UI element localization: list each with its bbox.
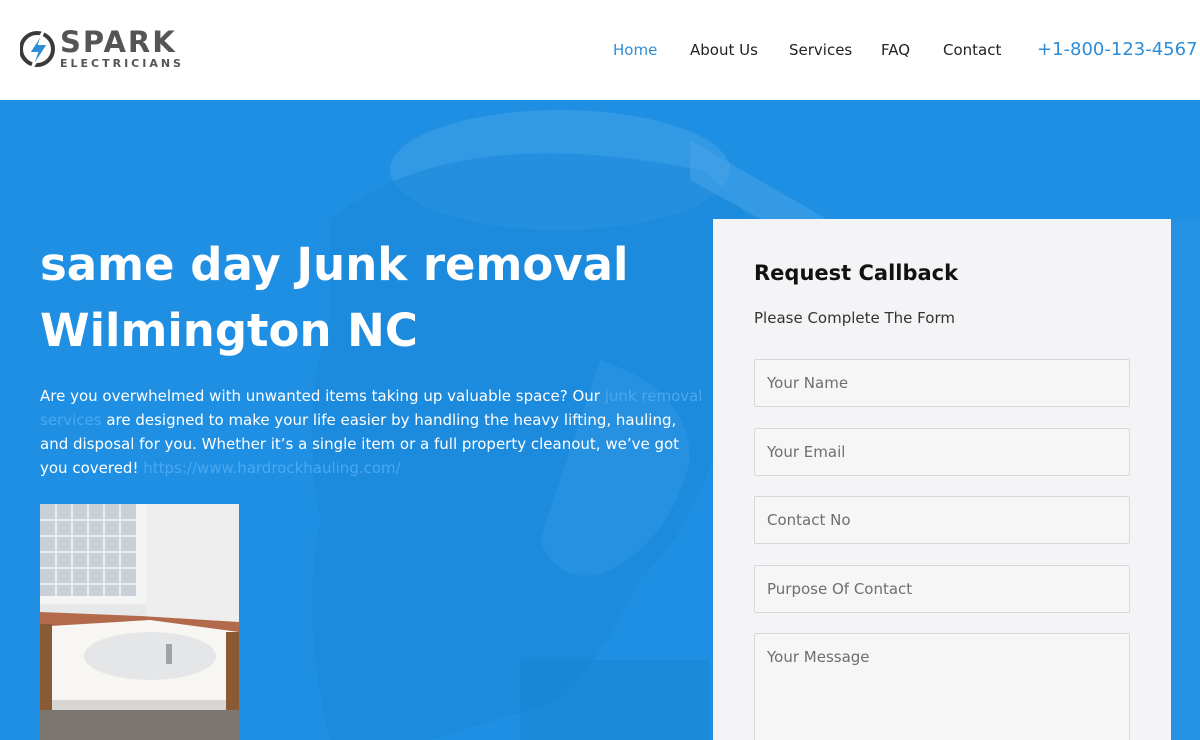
nav-faq[interactable]: FAQ xyxy=(881,40,910,60)
form-title: Request Callback xyxy=(754,261,959,285)
hero-title: same day Junk removal Wilmington NC xyxy=(40,238,629,357)
name-field[interactable] xyxy=(754,359,1130,407)
logo-tagline: ELECTRICIANS xyxy=(60,57,184,70)
site-header: SPARK ELECTRICIANS Home About Us Service… xyxy=(0,0,1200,100)
hero-section: same day Junk removal Wilmington NC Are … xyxy=(0,100,1200,740)
nav-home[interactable]: Home xyxy=(613,40,657,60)
email-field[interactable] xyxy=(754,428,1130,476)
purpose-field[interactable] xyxy=(754,565,1130,613)
website-url-link[interactable]: https://www.hardrockhauling.com/ xyxy=(143,459,400,477)
form-subtitle: Please Complete The Form xyxy=(754,309,955,327)
phone-link[interactable]: +1-800-123-4567 xyxy=(1037,38,1198,62)
nav-contact[interactable]: Contact xyxy=(943,40,1001,60)
bathtub-photo xyxy=(40,504,239,740)
hero-description: Are you overwhelmed with unwanted items … xyxy=(40,384,705,480)
nav-about-us[interactable]: About Us xyxy=(690,40,758,60)
hero-text-part-1: Are you overwhelmed with unwanted items … xyxy=(40,387,605,405)
lightning-bolt-icon xyxy=(20,29,55,71)
spark-logo[interactable]: SPARK ELECTRICIANS xyxy=(20,26,200,74)
nav-services[interactable]: Services xyxy=(789,40,852,60)
logo-word: SPARK xyxy=(60,25,177,59)
contact-number-field[interactable] xyxy=(754,496,1130,544)
callback-form-card: Request Callback Please Complete The For… xyxy=(713,219,1171,740)
bathtub-photo-icon xyxy=(40,504,239,740)
message-field[interactable] xyxy=(754,633,1130,740)
